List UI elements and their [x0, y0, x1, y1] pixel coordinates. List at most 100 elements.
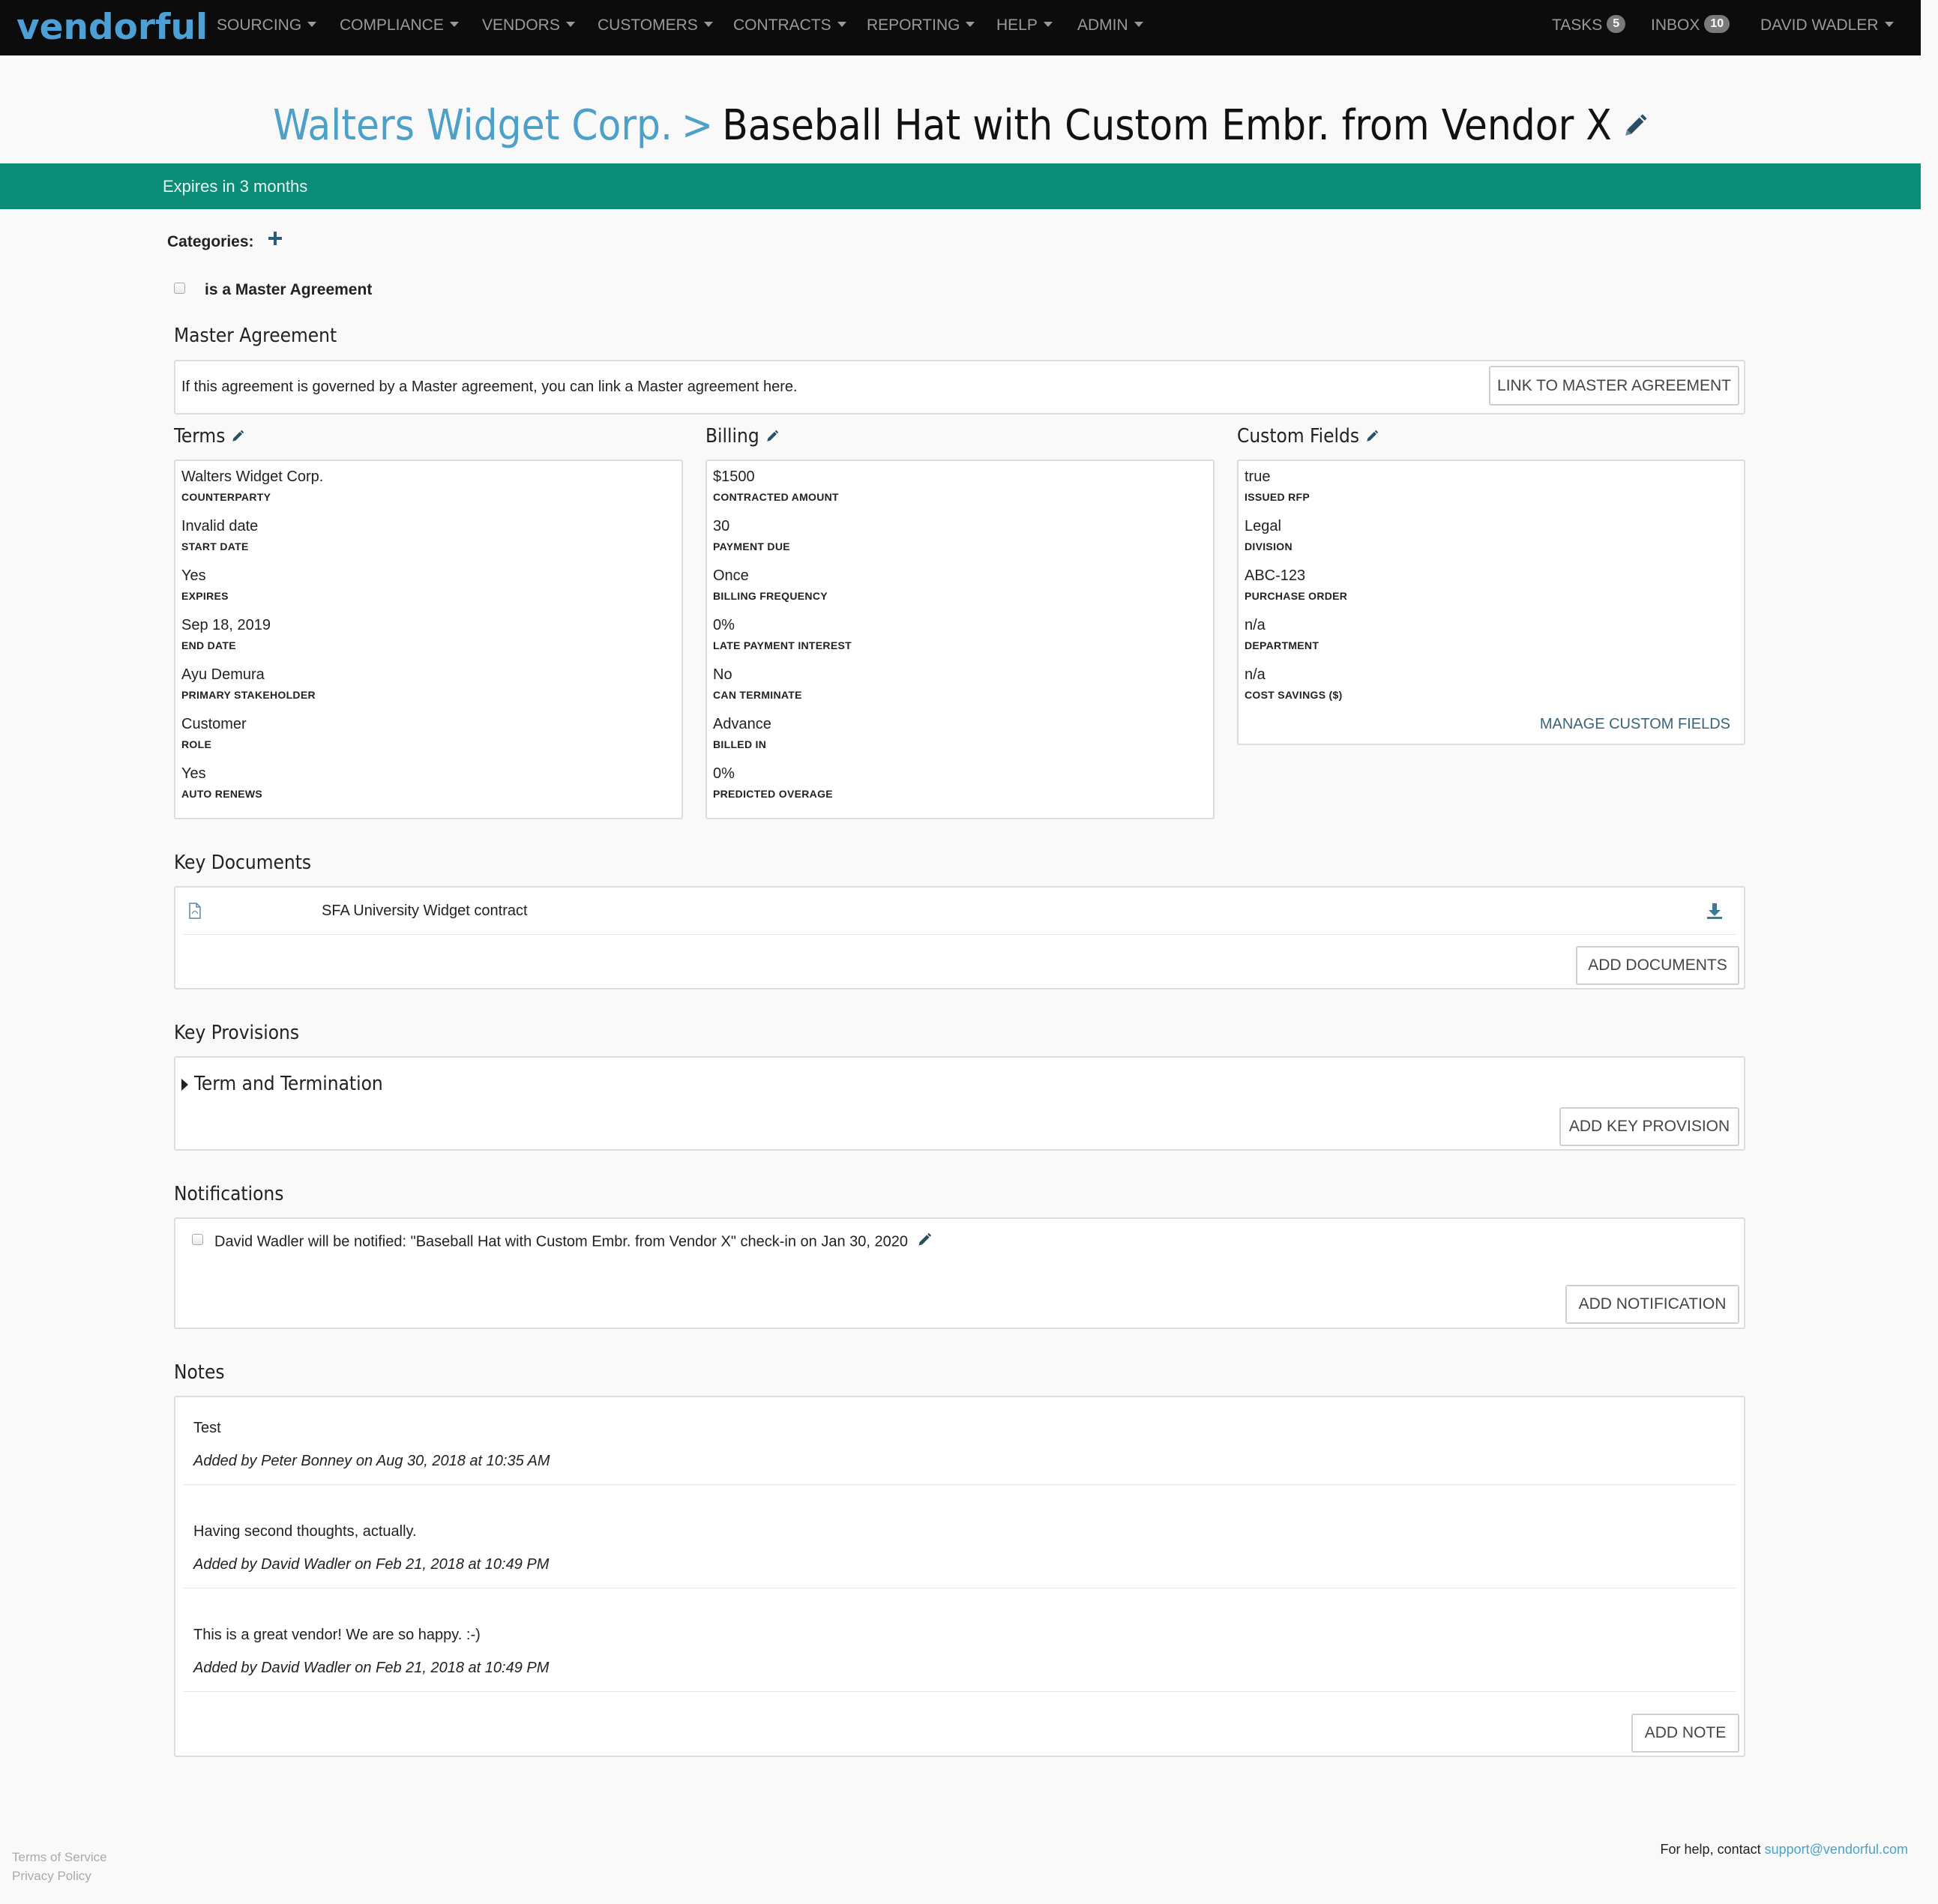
pencil-icon[interactable] [1622, 95, 1648, 155]
divider [183, 1691, 1736, 1692]
field-label: END DATE [181, 639, 236, 651]
nav-user-menu[interactable]: DAVID WADLER [1760, 0, 1894, 51]
field-label: BILLING FREQUENCY [713, 590, 828, 602]
add-notification-button[interactable]: ADD NOTIFICATION [1565, 1285, 1739, 1324]
nav-inbox-label: INBOX [1651, 16, 1700, 34]
categories-label: Categories: [167, 233, 254, 250]
field-label: EXPIRES [181, 590, 229, 602]
caret-down-icon [703, 21, 713, 27]
nav-menu-sourcing[interactable]: SOURCING [217, 0, 317, 51]
field-label: PAYMENT DUE [713, 540, 790, 552]
field-label: CAN TERMINATE [713, 689, 802, 701]
field-value: 30 [713, 518, 730, 534]
nav-menu-vendors[interactable]: VENDORS [482, 0, 575, 51]
add-documents-button[interactable]: ADD DOCUMENTS [1576, 946, 1739, 985]
field-label: COUNTERPARTY [181, 491, 271, 503]
field-label: LATE PAYMENT INTEREST [713, 639, 852, 651]
help-contact: For help, contact support@vendorful.com [1661, 1842, 1908, 1858]
expiry-text: Expires in 3 months [163, 177, 308, 196]
field-value: 0% [713, 617, 735, 633]
key-documents-section-title: Key Documents [174, 852, 312, 874]
pencil-icon[interactable] [765, 426, 779, 448]
note-meta: Added by David Wadler on Feb 21, 2018 at… [193, 1660, 550, 1676]
field-value: ABC-123 [1245, 567, 1306, 584]
field-value: Sep 18, 2019 [181, 617, 271, 633]
provision-title: Term and Termination [194, 1073, 383, 1095]
download-icon[interactable] [1706, 903, 1723, 923]
caret-down-icon [307, 21, 317, 27]
add-key-provision-button[interactable]: ADD KEY PROVISION [1559, 1107, 1739, 1146]
field-label: PREDICTED OVERAGE [713, 788, 833, 800]
nav-menu-admin[interactable]: ADMIN [1077, 0, 1143, 51]
tasks-count-badge: 5 [1607, 15, 1626, 34]
divider [183, 934, 1736, 935]
field-value: No [713, 666, 732, 683]
field-label: ROLE [181, 738, 212, 750]
field-label: BILLED IN [713, 738, 767, 750]
field-value: Customer [181, 716, 247, 732]
add-note-button[interactable]: ADD NOTE [1631, 1714, 1739, 1753]
field-label: ISSUED RFP [1245, 491, 1310, 503]
field-value: Invalid date [181, 518, 259, 534]
manage-custom-fields-link[interactable]: MANAGE CUSTOM FIELDS [1540, 716, 1730, 733]
divider [183, 1484, 1736, 1485]
field-value: Yes [181, 765, 206, 782]
terms-section-title: Terms [174, 425, 244, 448]
field-value: Legal [1245, 518, 1281, 534]
note-meta: Added by Peter Bonney on Aug 30, 2018 at… [193, 1453, 550, 1469]
terms-panel: Walters Widget Corp. COUNTERPARTY Invali… [174, 460, 683, 819]
notification-text: David Wadler will be notified: "Baseball… [214, 1233, 909, 1250]
field-label: COST SAVINGS ($) [1245, 689, 1343, 701]
caret-down-icon [449, 21, 459, 27]
privacy-policy-link[interactable]: Privacy Policy [12, 1869, 91, 1884]
billing-title: Billing [705, 425, 759, 448]
key-provisions-panel: Term and Termination ADD KEY PROVISION [174, 1056, 1745, 1151]
nav-menu-reporting[interactable]: REPORTING [867, 0, 975, 51]
master-agreement-checkbox-label: is a Master Agreement [205, 281, 373, 298]
nav-tasks[interactable]: TASKS 5 [1552, 0, 1626, 51]
master-agreement-checkbox[interactable] [174, 283, 185, 294]
pencil-icon[interactable] [1365, 426, 1379, 448]
key-provisions-section-title: Key Provisions [174, 1022, 300, 1044]
caret-down-icon [1134, 21, 1143, 27]
billing-panel: $1500 CONTRACTED AMOUNT 30 PAYMENT DUE O… [705, 460, 1215, 819]
pencil-icon[interactable] [917, 1232, 932, 1252]
note-text: Test [193, 1420, 221, 1436]
nav-menu-help[interactable]: HELP [996, 0, 1053, 51]
link-to-master-agreement-button[interactable]: LINK TO MASTER AGREEMENT [1489, 366, 1739, 406]
nav-menu-label: COMPLIANCE [340, 16, 444, 34]
add-category-icon[interactable] [268, 231, 283, 253]
nav-inbox[interactable]: INBOX 10 [1651, 0, 1730, 51]
provision-toggle[interactable]: Term and Termination [181, 1073, 383, 1095]
field-label: DIVISION [1245, 540, 1292, 552]
nav-menu-label: CONTRACTS [733, 16, 831, 34]
categories-row: Categories: [167, 232, 283, 254]
notification-checkbox[interactable] [192, 1234, 203, 1245]
nav-menu-compliance[interactable]: COMPLIANCE [340, 0, 459, 51]
custom-fields-section-title: Custom Fields [1237, 425, 1379, 448]
field-value: Ayu Demura [181, 666, 265, 683]
master-agreement-description: If this agreement is governed by a Maste… [181, 379, 798, 395]
field-label: AUTO RENEWS [181, 788, 263, 800]
nav-menu-customers[interactable]: CUSTOMERS [598, 0, 713, 51]
field-label: CONTRACTED AMOUNT [713, 491, 839, 503]
nav-user-name: DAVID WADLER [1760, 16, 1879, 34]
pencil-icon[interactable] [231, 426, 244, 448]
nav-menu-contracts[interactable]: CONTRACTS [733, 0, 846, 51]
note-meta: Added by David Wadler on Feb 21, 2018 at… [193, 1556, 550, 1573]
nav-menu-label: ADMIN [1077, 16, 1128, 34]
notifications-panel: David Wadler will be notified: "Baseball… [174, 1217, 1745, 1329]
breadcrumb-separator: > [681, 101, 714, 150]
terms-of-service-link[interactable]: Terms of Service [12, 1850, 107, 1865]
vendorful-logo[interactable]: vendorful [16, 3, 208, 52]
nav-menu-label: CUSTOMERS [598, 16, 698, 34]
field-label: START DATE [181, 540, 249, 552]
breadcrumb-company-link[interactable]: Walters Widget Corp. [273, 101, 672, 150]
field-label: PRIMARY STAKEHOLDER [181, 689, 316, 701]
support-email-link[interactable]: support@vendorful.com [1765, 1842, 1908, 1857]
caret-down-icon [565, 21, 575, 27]
nav-menu-label: REPORTING [867, 16, 960, 34]
contract-title: Baseball Hat with Custom Embr. from Vend… [722, 101, 1612, 150]
key-documents-panel: SFA University Widget contract ADD DOCUM… [174, 886, 1745, 989]
document-link[interactable]: SFA University Widget contract [322, 903, 528, 920]
